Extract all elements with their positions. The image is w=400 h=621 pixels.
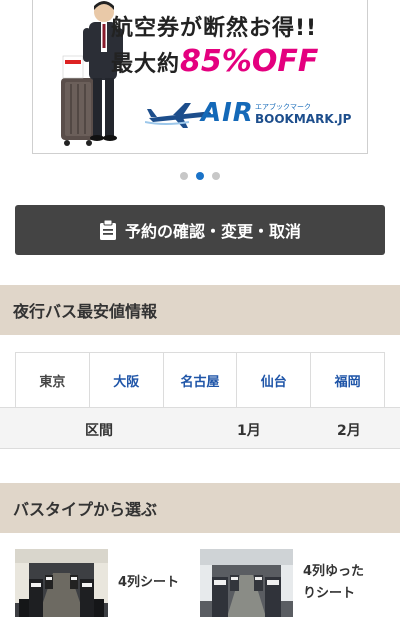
logo-kana-text: エアブックマーク: [255, 103, 311, 111]
bus-type-label: 4列シート: [118, 575, 180, 590]
banner-discount-highlight: 85%OFF: [180, 44, 319, 79]
price-table-header: 区間 1月 2月: [0, 407, 400, 449]
tab-nagoya[interactable]: 名古屋: [164, 353, 238, 407]
air-logo-text: AIR: [201, 98, 254, 128]
tab-fukuoka[interactable]: 福岡: [311, 353, 384, 407]
banner-sub-prefix: 最大約: [111, 52, 181, 77]
bus-type-label: 4列ゆったりシート: [303, 564, 365, 601]
carousel-dots: [0, 172, 400, 184]
column-header-month-2: 2月: [337, 423, 361, 439]
tab-osaka[interactable]: 大阪: [90, 353, 164, 407]
reservation-button-label: 予約の確認・変更・取消: [124, 222, 301, 241]
carousel-dot-1[interactable]: [180, 172, 188, 180]
reservation-manage-button[interactable]: 予約の確認・変更・取消: [15, 205, 385, 255]
bus-interior-photo: [200, 549, 293, 617]
bus-type-item[interactable]: 4列ゆったりシート: [200, 549, 373, 617]
bus-type-item[interactable]: 4列シート: [15, 549, 179, 617]
carousel-dot-2[interactable]: [196, 172, 204, 180]
clipboard-icon: [99, 220, 116, 240]
bookmark-logo-text: BOOKMARK.JP: [255, 112, 352, 126]
cheapest-bus-section-title: 夜行バス最安値情報: [0, 285, 400, 335]
bus-type-section-title: バスタイプから選ぶ: [0, 483, 400, 533]
column-header-month-1: 1月: [237, 423, 261, 439]
banner-discount-text: 最大約85%OFF: [111, 44, 318, 79]
tab-tokyo[interactable]: 東京: [16, 353, 90, 407]
tab-sendai[interactable]: 仙台: [237, 353, 312, 407]
city-tabs: 東京 大阪 名古屋 仙台 福岡: [15, 352, 385, 407]
bus-interior-photo: [15, 549, 108, 617]
banner-headline: 航空券が断然お得!!: [111, 16, 318, 41]
column-header-route: 区間: [85, 423, 113, 439]
promo-banner[interactable]: 航空券が断然お得!! 最大約85%OFF AIR エアブックマーク BOOKMA…: [32, 0, 368, 154]
carousel-dot-3[interactable]: [212, 172, 220, 180]
